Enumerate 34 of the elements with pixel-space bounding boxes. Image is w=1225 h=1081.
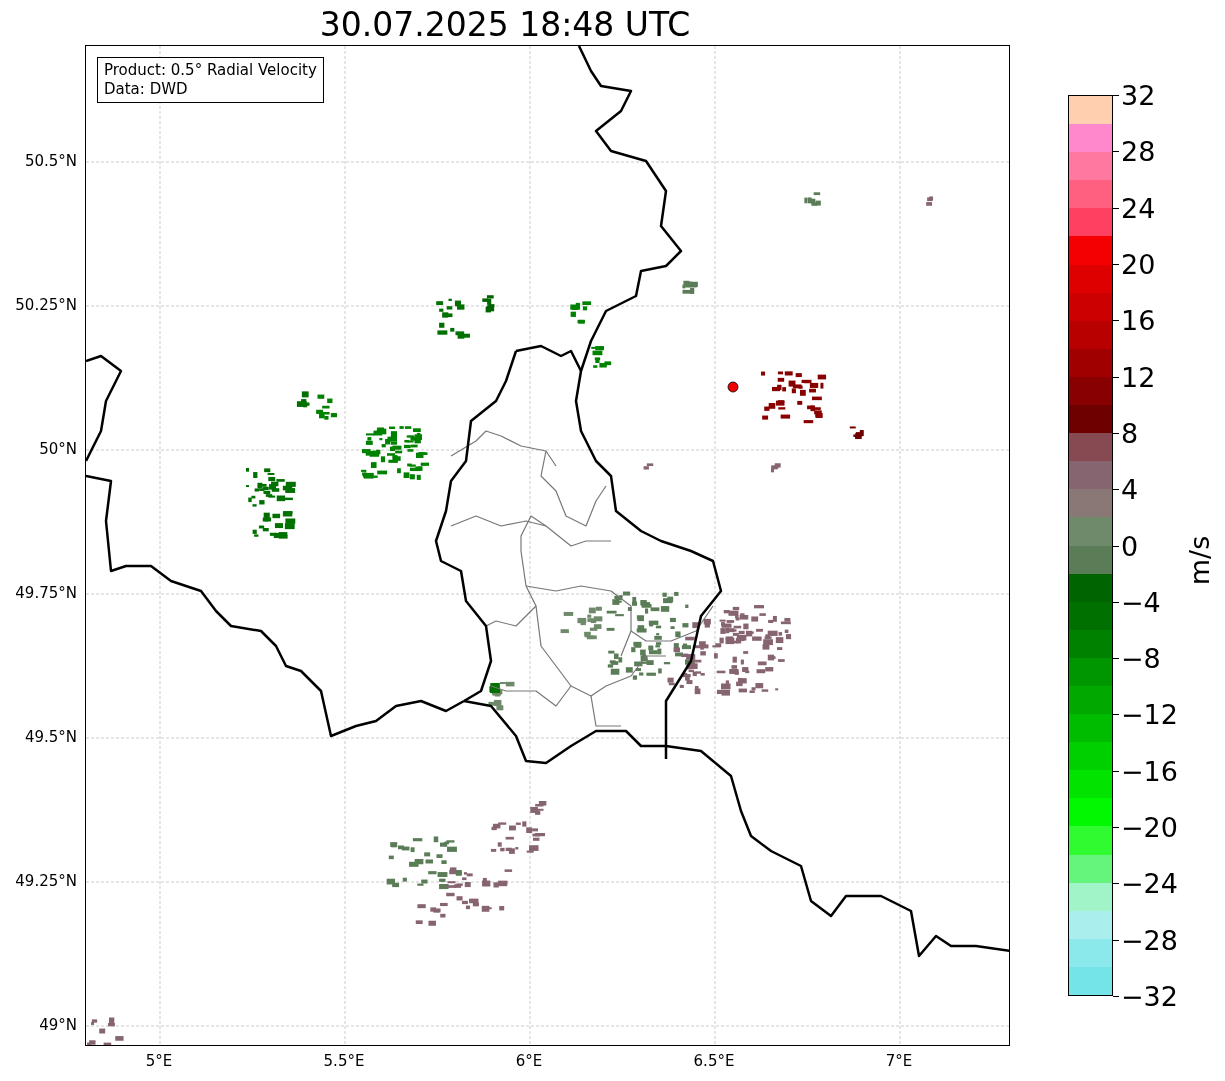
colorbar-tick-label: 28 (1121, 137, 1156, 165)
latitude-label: 49.75°N (15, 584, 77, 602)
latitude-label: 49°N (39, 1016, 77, 1034)
longitude-label: 6.5°E (693, 1052, 735, 1070)
colorbar-tick-label: −32 (1121, 982, 1178, 1010)
colorbar-tick-label: 24 (1121, 194, 1156, 222)
chart-title: 30.07.2025 18:48 UTC (318, 4, 692, 45)
colorbar-tick-label: 32 (1121, 81, 1156, 109)
longitude-label: 5.5°E (323, 1052, 365, 1070)
colorbar-tick-label: −16 (1121, 757, 1178, 785)
longitude-label: 7°E (885, 1052, 913, 1070)
colorbar-tick-label: 20 (1121, 250, 1156, 278)
colorbar-tick-label: −8 (1121, 644, 1161, 672)
info-text: Data: DWD (104, 80, 189, 99)
colorbar-tick-label: −24 (1121, 869, 1178, 897)
info-text: Product: 0.5° Radial Velocity (104, 61, 317, 80)
colorbar-tick-label: 16 (1121, 306, 1156, 334)
colorbar-tick-label: 0 (1121, 532, 1139, 559)
latitude-label: 49.5°N (24, 728, 77, 746)
colorbar-unit-label: m/s (1184, 535, 1216, 586)
longitude-label: 6°E (515, 1052, 543, 1070)
latitude-label: 50.5°N (24, 152, 77, 170)
colorbar-tick-label: 8 (1121, 419, 1139, 447)
colorbar-tick-label: −4 (1121, 588, 1161, 616)
latitude-label: 50°N (39, 440, 77, 458)
radar-site-icon (727, 381, 739, 393)
colorbar-tick-label: −20 (1121, 813, 1178, 841)
latitude-label: 49.25°N (15, 872, 77, 890)
colorbar-tick-label: −12 (1121, 700, 1178, 728)
latitude-label: 50.25°N (15, 296, 77, 314)
colorbar-tick-label: 4 (1121, 475, 1139, 503)
colorbar-tick-label: 12 (1121, 363, 1156, 391)
colorbar-tick-label: −28 (1121, 926, 1178, 954)
longitude-label: 5°E (145, 1052, 173, 1070)
